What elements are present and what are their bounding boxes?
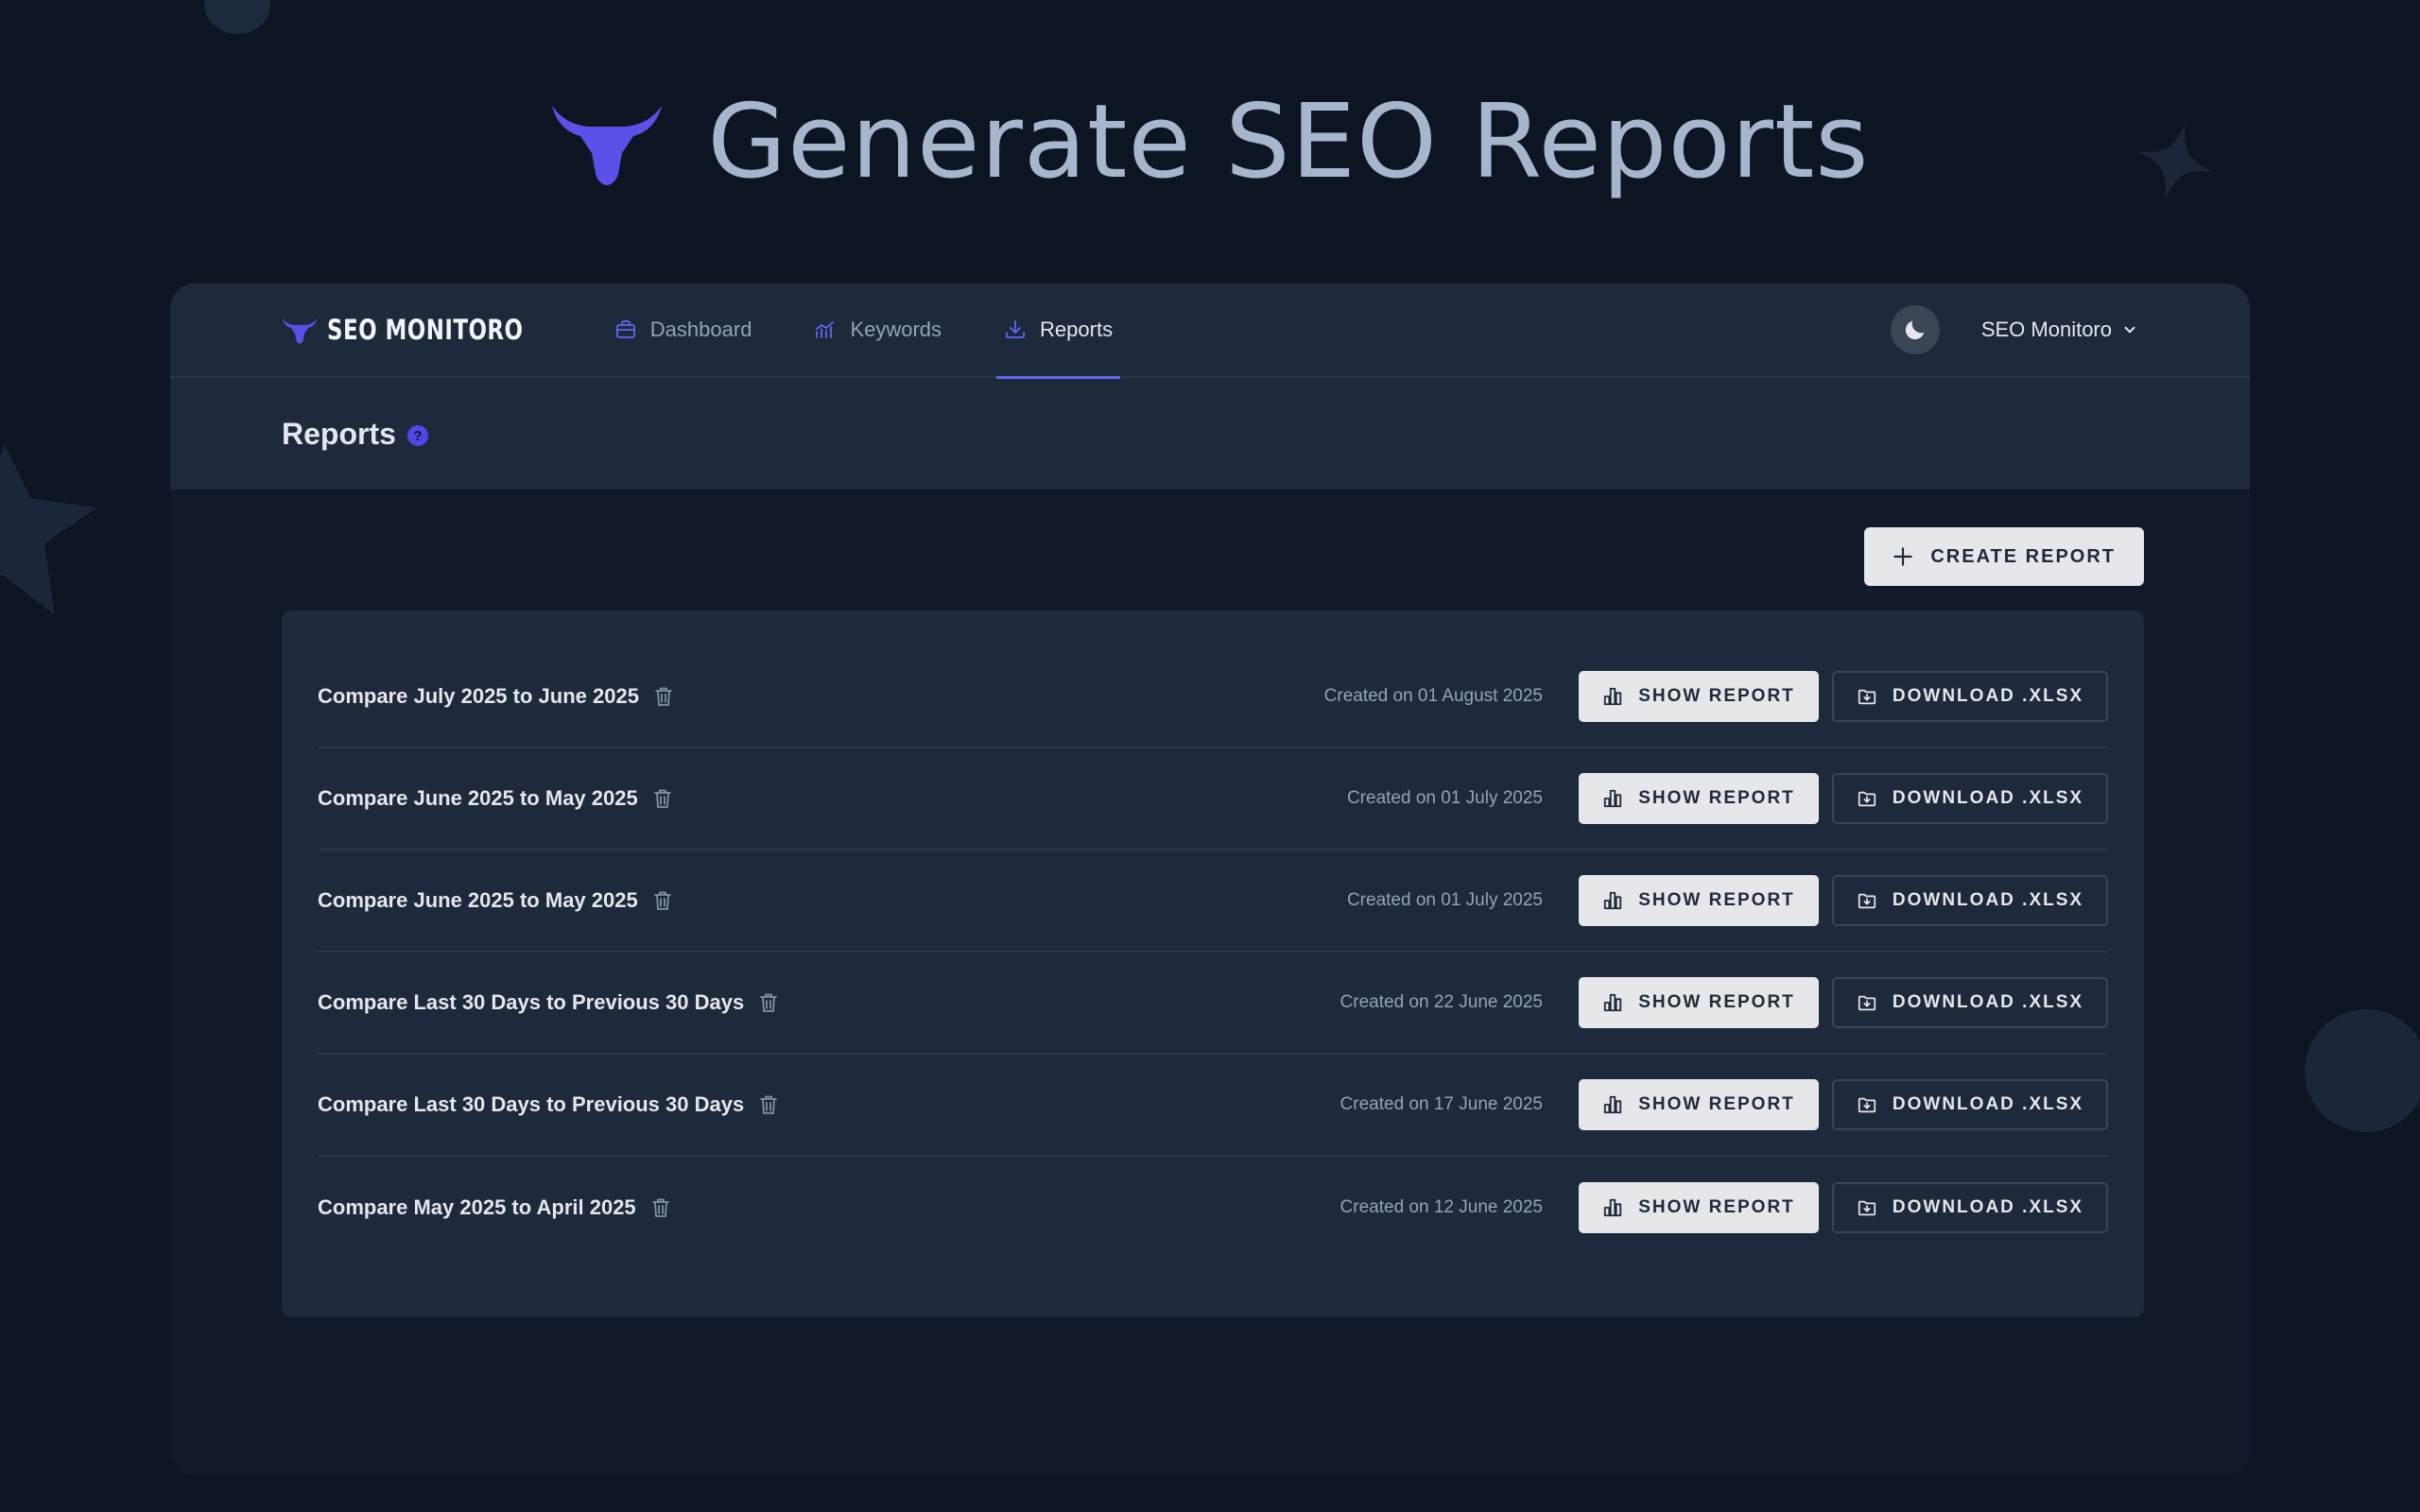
decorative-circle (204, 0, 270, 34)
report-row: Compare May 2025 to April 2025 Created o… (318, 1157, 2108, 1259)
report-title: Compare May 2025 to April 2025 (318, 1195, 636, 1219)
report-title: Compare June 2025 to May 2025 (318, 888, 638, 912)
decorative-circle (2305, 1009, 2420, 1132)
create-report-label: CREATE REPORT (1930, 545, 2116, 567)
hero: Generate SEO Reports (0, 76, 2420, 208)
app-window: SEO MONITORO Dashboard Keywords Reports (170, 284, 2250, 1476)
chart-icon (816, 321, 835, 338)
trash-icon[interactable] (653, 890, 672, 911)
download-xlsx-button[interactable]: DOWNLOAD .XLSX (1832, 875, 2108, 926)
download-xlsx-button[interactable]: DOWNLOAD .XLSX (1832, 1182, 2108, 1233)
report-created-date: Created on 01 July 2025 (1346, 788, 1543, 808)
plus-icon (1893, 547, 1913, 566)
folder-download-icon (1858, 893, 1876, 909)
account-name: SEO Monitoro (1980, 318, 2112, 341)
bull-logo-icon (552, 106, 663, 185)
folder-download-icon (1858, 1200, 1876, 1216)
bar-chart-icon (1604, 1198, 1622, 1217)
report-row: Compare Last 30 Days to Previous 30 Days… (318, 953, 2108, 1055)
report-row: Compare Last 30 Days to Previous 30 Days… (318, 1055, 2108, 1157)
report-created-date: Created on 01 July 2025 (1346, 890, 1543, 910)
moon-icon (1905, 320, 1925, 340)
nav-item-label: Dashboard (649, 318, 752, 341)
hero-title: Generate SEO Reports (707, 82, 1870, 201)
folder-download-icon (1858, 689, 1876, 705)
trash-icon[interactable] (651, 1197, 670, 1218)
report-title: Compare June 2025 to May 2025 (318, 786, 638, 810)
download-xlsx-button[interactable]: DOWNLOAD .XLSX (1832, 671, 2108, 722)
theme-toggle-button[interactable] (1890, 305, 1940, 354)
bar-chart-icon (1604, 1095, 1622, 1114)
top-navigation: SEO MONITORO Dashboard Keywords Reports (170, 284, 2250, 379)
trash-icon[interactable] (759, 992, 778, 1013)
nav-item-label: Keywords (850, 318, 942, 341)
report-row: Compare July 2025 to June 2025 Created o… (318, 646, 2108, 748)
bar-chart-icon (1604, 687, 1622, 706)
download-xlsx-button[interactable]: DOWNLOAD .XLSX (1832, 773, 2108, 824)
bar-chart-icon (1604, 891, 1622, 910)
download-xlsx-label: DOWNLOAD .XLSX (1892, 1197, 2084, 1217)
show-report-label: SHOW REPORT (1638, 1197, 1795, 1217)
show-report-button[interactable]: SHOW REPORT (1579, 1182, 1819, 1233)
create-report-button[interactable]: CREATE REPORT (1864, 527, 2144, 586)
toolbar: CREATE REPORT (1864, 527, 2144, 586)
show-report-label: SHOW REPORT (1638, 992, 1795, 1012)
trash-icon[interactable] (654, 686, 673, 707)
bar-chart-icon (1604, 993, 1622, 1012)
show-report-button[interactable]: SHOW REPORT (1579, 671, 1819, 722)
trash-icon[interactable] (653, 788, 672, 809)
download-xlsx-label: DOWNLOAD .XLSX (1892, 890, 2084, 910)
report-created-date: Created on 22 June 2025 (1340, 992, 1543, 1012)
download-tray-icon (1006, 320, 1025, 338)
folder-download-icon (1858, 995, 1876, 1011)
show-report-label: SHOW REPORT (1638, 788, 1795, 808)
chevron-down-icon (2124, 326, 2135, 334)
show-report-button[interactable]: SHOW REPORT (1579, 875, 1819, 926)
show-report-button[interactable]: SHOW REPORT (1579, 977, 1819, 1028)
show-report-button[interactable]: SHOW REPORT (1579, 773, 1819, 824)
download-xlsx-label: DOWNLOAD .XLSX (1892, 788, 2084, 808)
show-report-label: SHOW REPORT (1638, 1094, 1795, 1114)
download-xlsx-label: DOWNLOAD .XLSX (1892, 686, 2084, 706)
download-xlsx-button[interactable]: DOWNLOAD .XLSX (1832, 977, 2108, 1028)
show-report-label: SHOW REPORT (1638, 686, 1795, 706)
download-xlsx-label: DOWNLOAD .XLSX (1892, 1094, 2084, 1114)
brand[interactable]: SEO MONITORO (282, 314, 550, 346)
folder-download-icon (1858, 791, 1876, 807)
nav-item-dashboard[interactable]: Dashboard (607, 284, 760, 377)
report-row: Compare June 2025 to May 2025 Created on… (318, 748, 2108, 850)
report-created-date: Created on 12 June 2025 (1340, 1197, 1543, 1217)
brand-name: SEO MONITORO (327, 314, 524, 346)
report-created-date: Created on 17 June 2025 (1340, 1094, 1543, 1114)
briefcase-icon (615, 320, 635, 338)
report-title: Compare July 2025 to June 2025 (318, 684, 639, 708)
reports-list: Compare July 2025 to June 2025 Created o… (282, 610, 2144, 1317)
nav-right: SEO Monitoro (1890, 305, 2138, 354)
decorative-star (0, 444, 97, 614)
account-menu[interactable]: SEO Monitoro (1981, 318, 2138, 342)
folder-download-icon (1858, 1097, 1876, 1113)
show-report-label: SHOW REPORT (1638, 890, 1795, 910)
report-row: Compare June 2025 to May 2025 Created on… (318, 850, 2108, 953)
report-title: Compare Last 30 Days to Previous 30 Days (318, 990, 745, 1014)
show-report-button[interactable]: SHOW REPORT (1579, 1079, 1819, 1130)
bull-logo-icon (282, 318, 318, 344)
page-header: Reports ? (170, 378, 2250, 490)
page-title: Reports (282, 416, 396, 451)
nav-item-reports[interactable]: Reports (996, 284, 1121, 379)
download-xlsx-label: DOWNLOAD .XLSX (1892, 992, 2084, 1012)
help-icon[interactable]: ? (406, 425, 428, 446)
nav-item-keywords[interactable]: Keywords (806, 284, 949, 377)
report-created-date: Created on 01 August 2025 (1323, 686, 1543, 706)
download-xlsx-button[interactable]: DOWNLOAD .XLSX (1832, 1079, 2108, 1130)
nav-item-label: Reports (1040, 318, 1114, 341)
trash-icon[interactable] (759, 1094, 778, 1115)
bar-chart-icon (1604, 789, 1622, 808)
report-title: Compare Last 30 Days to Previous 30 Days (318, 1092, 745, 1116)
